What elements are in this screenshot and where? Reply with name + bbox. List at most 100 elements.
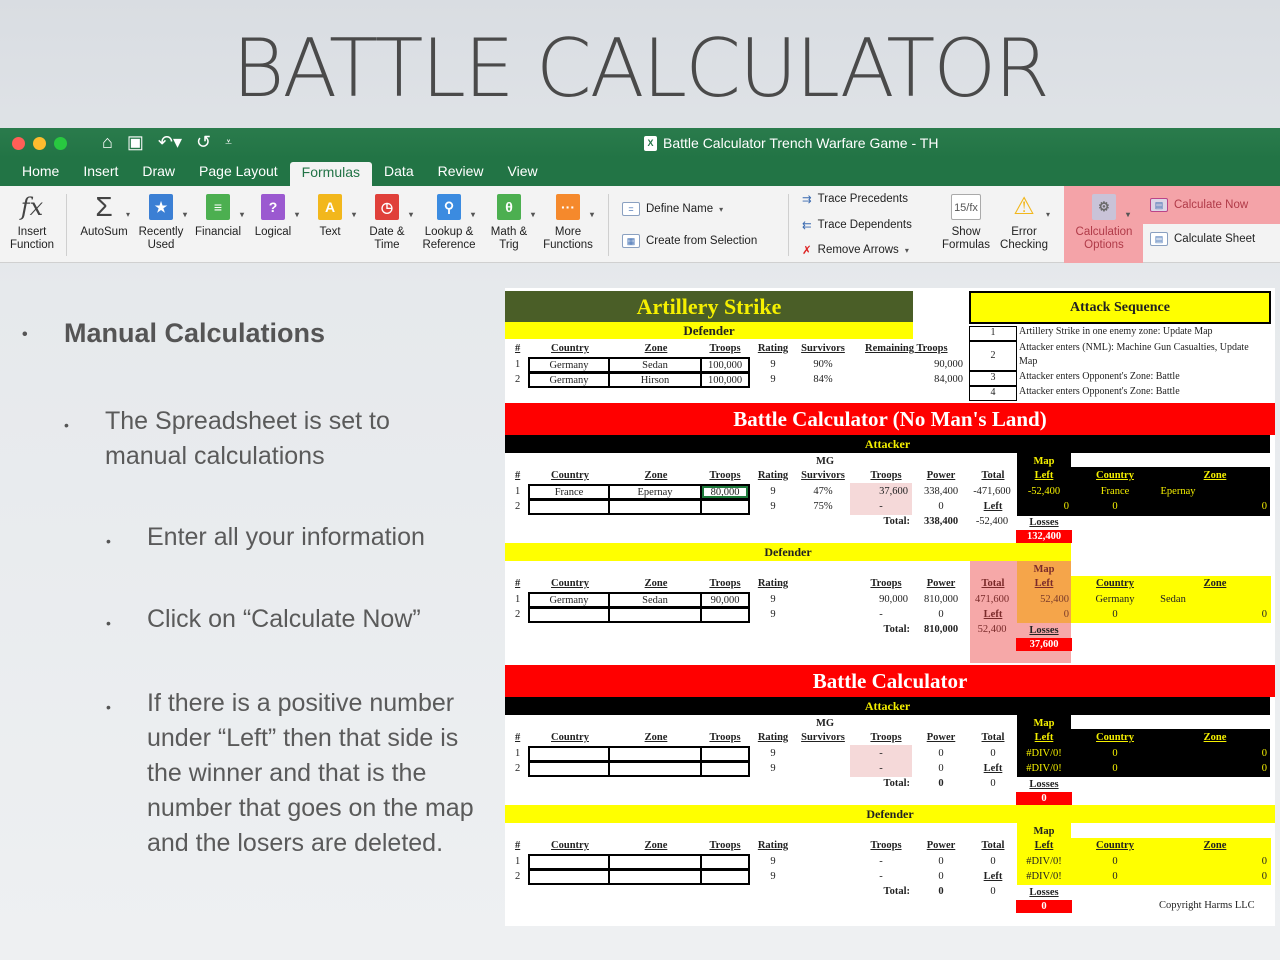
star-book-icon: ★ ▾ <box>149 194 187 220</box>
cell-zone[interactable] <box>610 871 702 883</box>
nml-defender-band: Defender <box>505 543 1071 561</box>
cell-troops[interactable] <box>702 871 748 883</box>
tab-review[interactable]: Review <box>426 158 496 186</box>
ribbon-tabs: Home Insert Draw Page Layout Formulas Da… <box>0 158 1280 190</box>
cell-zone[interactable] <box>610 763 702 775</box>
calculate-now-button[interactable]: ▤ Calculate Now <box>1150 198 1248 212</box>
zoom-button[interactable] <box>54 137 67 150</box>
cell-country[interactable]: France <box>530 486 610 498</box>
cell-country[interactable] <box>530 501 610 513</box>
cell-zone[interactable]: Epernay <box>610 486 702 498</box>
ellipsis-book-icon: ··· ▾ <box>556 194 594 220</box>
attacker-losses: 132,400 <box>1016 530 1072 543</box>
table-icon: ▦ <box>622 234 640 248</box>
logical-button[interactable]: ? ▾ Logical <box>250 192 299 239</box>
cell-troops-selected[interactable]: 80,000 <box>702 486 748 498</box>
autosum-button[interactable]: Σ ▾ AutoSum <box>78 192 130 239</box>
define-name-button[interactable]: = Define Name ▾ <box>622 202 723 216</box>
defender-losses: 37,600 <box>1016 638 1072 651</box>
more-functions-button[interactable]: ··· ▾ More Functions <box>540 192 596 252</box>
undo-icon[interactable]: ↶▾ <box>158 132 182 153</box>
battle-calculator-title: Battle Calculator <box>505 665 1275 697</box>
cell-country[interactable] <box>530 856 610 868</box>
battle-attacker-band: Attacker <box>505 697 1270 715</box>
artillery-strike-title: Artillery Strike <box>505 291 913 322</box>
cell-zone[interactable] <box>610 856 702 868</box>
trace-dependents-button[interactable]: ⇇ Trace Dependents <box>802 218 912 232</box>
trace-precedents-button[interactable]: ⇉ Trace Precedents <box>802 192 908 206</box>
excel-doc-icon: X <box>644 135 657 151</box>
battle-defender-losses: 0 <box>1016 900 1072 913</box>
home-icon[interactable]: ⌂ <box>102 132 113 153</box>
cell-troops[interactable]: 100,000 <box>702 374 748 386</box>
redo-icon[interactable]: ↺ <box>196 132 211 153</box>
insert-function-button[interactable]: fx Insert Function <box>6 192 58 252</box>
cell-country[interactable] <box>530 763 610 775</box>
math-trig-button[interactable]: θ ▾ Math & Trig <box>485 192 535 252</box>
tab-data[interactable]: Data <box>372 158 426 186</box>
cell-zone[interactable] <box>610 501 702 513</box>
customize-icon[interactable]: ⩡ <box>225 132 232 153</box>
calculate-sheet-button[interactable]: ▤ Calculate Sheet <box>1150 232 1255 246</box>
defender-left-value: 52,400 <box>977 624 1007 635</box>
cell-country[interactable] <box>530 609 610 621</box>
trace-dependents-icon: ⇇ <box>802 220 812 232</box>
error-checking-button[interactable]: ⚠ ▾ Error Checking <box>996 192 1052 252</box>
close-button[interactable] <box>12 137 25 150</box>
minimize-button[interactable] <box>33 137 46 150</box>
cell-country[interactable]: Germany <box>530 594 610 606</box>
attacker-left-value: -52,400 <box>975 516 1009 527</box>
text-button[interactable]: A ▾ Text <box>310 192 356 239</box>
create-from-selection-button[interactable]: ▦ Create from Selection <box>622 234 757 248</box>
cell-country[interactable] <box>530 871 610 883</box>
cell-troops[interactable]: 100,000 <box>702 359 748 371</box>
cell-country[interactable] <box>530 748 610 760</box>
recently-used-button[interactable]: ★ ▾ Recently Used <box>135 192 187 252</box>
calculation-options-button[interactable]: ⚙ ▾ Calculation Options <box>1068 192 1140 252</box>
window-title: X Battle Calculator Trench Warfare Game … <box>644 135 938 151</box>
trace-precedents-icon: ⇉ <box>802 194 812 206</box>
attack-sequence-list: 1 Artillery Strike in one enemy zone: Upd… <box>969 326 1271 401</box>
financial-button[interactable]: ≡ ▾ Financial <box>192 192 244 239</box>
title-bar: ⌂ ▣ ↶▾ ↺ ⩡ X Battle Calculator Trench Wa… <box>0 128 1280 158</box>
total-label: Total: <box>883 516 910 527</box>
cell-zone[interactable]: Sedan <box>610 594 702 606</box>
lookup-reference-button[interactable]: ⚲ ▾ Lookup & Reference <box>420 192 478 252</box>
name-tag-icon: = <box>622 202 640 216</box>
show-formulas-icon: 15/fx <box>951 194 981 220</box>
cell-zone[interactable]: Sedan <box>610 359 702 371</box>
tab-page-layout[interactable]: Page Layout <box>187 158 290 186</box>
cell-troops[interactable] <box>702 501 748 513</box>
cell-troops[interactable] <box>702 609 748 621</box>
nml-calculator-title: Battle Calculator (No Man's Land) <box>505 403 1275 435</box>
tab-insert[interactable]: Insert <box>71 158 130 186</box>
col-header: Rating <box>757 343 789 354</box>
save-icon[interactable]: ▣ <box>127 132 144 153</box>
sigma-icon: Σ ▾ <box>95 191 130 222</box>
remove-arrows-button[interactable]: ✗ Remove Arrows ▾ <box>802 243 909 257</box>
show-formulas-button[interactable]: 15/fx Show Formulas <box>940 192 992 252</box>
tab-home[interactable]: Home <box>10 158 71 186</box>
cell-troops[interactable] <box>702 763 748 775</box>
cell-zone[interactable]: Hirson <box>610 374 702 386</box>
col-header: Survivors <box>801 343 845 354</box>
attack-sequence-title: Attack Sequence <box>969 291 1271 324</box>
cell-troops[interactable] <box>702 748 748 760</box>
cell-zone[interactable] <box>610 609 702 621</box>
tab-view[interactable]: View <box>496 158 550 186</box>
question-book-icon: ? ▾ <box>261 194 299 220</box>
cell-troops[interactable]: 90,000 <box>702 594 748 606</box>
coins-book-icon: ≡ ▾ <box>206 194 244 220</box>
cell-country[interactable]: Germany <box>530 374 610 386</box>
cell-troops[interactable] <box>702 856 748 868</box>
cell-country[interactable]: Germany <box>530 359 610 371</box>
warning-icon: ⚠ ▾ <box>1013 193 1050 220</box>
battle-attacker-losses: 0 <box>1016 792 1072 805</box>
text-book-icon: A ▾ <box>318 194 356 220</box>
clock-book-icon: ◷ ▾ <box>375 194 413 220</box>
cell-zone[interactable] <box>610 748 702 760</box>
date-time-button[interactable]: ◷ ▾ Date & Time <box>364 192 413 252</box>
excel-window: ⌂ ▣ ↶▾ ↺ ⩡ X Battle Calculator Trench Wa… <box>0 128 1280 271</box>
slide-title: BATTLE CALCULATOR <box>232 22 1050 115</box>
tab-draw[interactable]: Draw <box>130 158 187 186</box>
